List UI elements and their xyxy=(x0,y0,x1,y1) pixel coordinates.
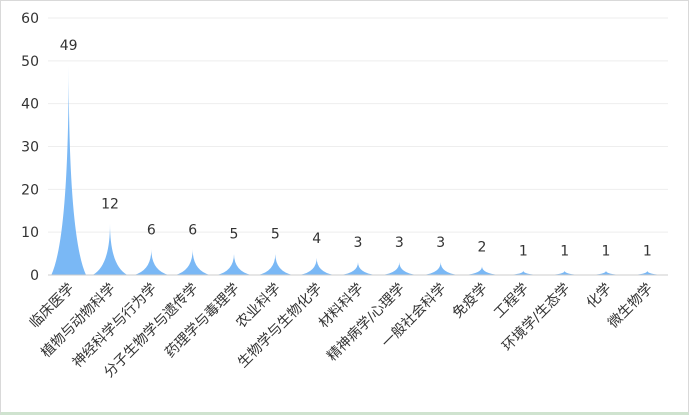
data-label: 1 xyxy=(560,244,569,260)
y-tick-label: 30 xyxy=(21,140,39,156)
bar[interactable] xyxy=(92,223,128,275)
bar[interactable] xyxy=(257,253,293,275)
bar[interactable] xyxy=(133,249,169,275)
y-tick-label: 60 xyxy=(21,11,39,27)
chart: 49126 6 5 5 4 3 3 3 2 1 1 1 1 0102030405060临床医学植物与动物… xyxy=(21,11,668,381)
bar[interactable] xyxy=(464,266,500,275)
data-label: 5 xyxy=(230,227,239,243)
bar[interactable] xyxy=(547,270,583,275)
y-tick-label: 0 xyxy=(30,268,39,284)
y-tick-label: 50 xyxy=(21,54,39,70)
bar[interactable] xyxy=(381,262,417,275)
data-label: 5 xyxy=(271,227,280,243)
bar[interactable] xyxy=(423,262,459,275)
data-label: 4 xyxy=(312,231,321,247)
x-tick-label: 植物与动物科学 xyxy=(38,281,119,362)
data-label: 6 xyxy=(188,222,197,238)
data-label: 1 xyxy=(643,244,652,260)
x-tick-label: 微生物学 xyxy=(605,281,656,332)
x-tick-label: 药理学与毒理学 xyxy=(162,281,243,362)
bar[interactable] xyxy=(629,270,665,275)
y-tick-label: 10 xyxy=(21,225,39,241)
data-label: 1 xyxy=(519,244,528,260)
y-tick-label: 20 xyxy=(21,182,39,198)
x-tick-label: 免疫学 xyxy=(450,281,491,322)
label-layer: 49 12 6 6 5 5 4 3 3 3 2 1 1 1 1 xyxy=(60,38,652,260)
x-tick-label: 化学 xyxy=(584,281,615,312)
bar[interactable] xyxy=(588,270,624,275)
data-label: 3 xyxy=(354,235,363,251)
bar[interactable] xyxy=(340,262,376,275)
data-label: 3 xyxy=(436,235,445,251)
data-label: 2 xyxy=(478,239,487,255)
data-label: 6 xyxy=(147,222,156,238)
bar[interactable] xyxy=(216,253,252,275)
data-label: 3 xyxy=(395,235,404,251)
bar[interactable] xyxy=(299,257,335,275)
data-label: 1 xyxy=(602,244,611,260)
data-label: 49 xyxy=(60,38,78,54)
bar[interactable] xyxy=(51,65,87,275)
bar[interactable] xyxy=(505,270,541,275)
data-label: 12 xyxy=(101,197,119,213)
y-tick-label: 40 xyxy=(21,97,39,113)
bar[interactable] xyxy=(175,249,211,275)
grid-layer xyxy=(48,17,668,233)
